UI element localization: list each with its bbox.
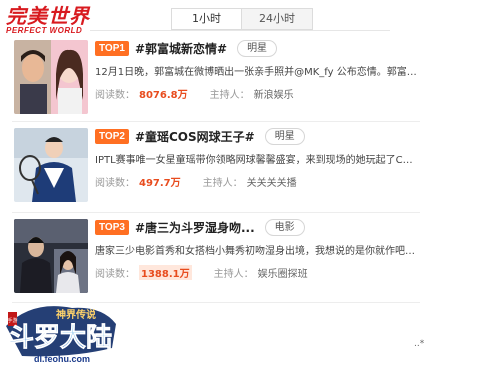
rank-badge: TOP3 <box>95 219 129 235</box>
game-logo: 手游 神界传说 斗罗大陆 dl.feohu.com <box>2 296 120 374</box>
host-label: 主持人： <box>213 269 254 280</box>
topic-thumbnail[interactable] <box>14 128 88 202</box>
category-tag[interactable]: 明星 <box>237 39 278 57</box>
topic-title[interactable]: #童瑶COS网球王子# <box>135 128 255 145</box>
host-name[interactable]: 关关关关播 <box>247 174 297 189</box>
topic-description: 12月1日晚，郭富城在微博晒出一张亲手照并@MK_fy 公布恋情。郭富城今... <box>95 67 417 78</box>
reads-label: 阅读数： <box>95 178 135 189</box>
host-name[interactable]: 娱乐圈探班 <box>258 265 308 280</box>
host-name[interactable]: 新浪娱乐 <box>254 86 294 101</box>
reads-label: 阅读数： <box>95 90 135 101</box>
topic-item[interactable]: TOP2 #童瑶COS网球王子# 明星 IPTL赛事唯一女星童瑶带你领略网球馨馨… <box>12 126 420 210</box>
topic-info: TOP1 #郭富城新恋情# 明星 12月1日晚，郭富城在微博晒出一张亲手照并@M… <box>95 38 420 122</box>
category-tag[interactable]: 电影 <box>264 218 305 236</box>
reads-count: 8076.8万 <box>139 90 188 101</box>
brand-logo-en: PERFECT WORLD <box>6 26 83 35</box>
rank-badge: TOP2 <box>95 128 129 144</box>
reads-label: 阅读数： <box>95 269 135 280</box>
tab-1-hour[interactable]: 1小时 <box>172 9 242 29</box>
topic-title[interactable]: #郭富城新恋情# <box>135 40 227 57</box>
sparkle-icon: ..* <box>414 339 425 349</box>
item-divider <box>12 212 420 213</box>
category-tag[interactable]: 明星 <box>264 127 305 145</box>
topic-item[interactable]: TOP3 #唐三为斗罗湿身吻... 电影 唐家三少电影首秀和女搭档小舞秀初吻湿身… <box>12 217 420 301</box>
reads-count: 497.7万 <box>139 178 181 189</box>
topic-info: TOP3 #唐三为斗罗湿身吻... 电影 唐家三少电影首秀和女搭档小舞秀初吻湿身… <box>95 217 420 301</box>
topic-info: TOP2 #童瑶COS网球王子# 明星 IPTL赛事唯一女星童瑶带你领略网球馨馨… <box>95 126 420 210</box>
topic-thumbnail[interactable] <box>14 219 88 293</box>
topic-meta: 阅读数： 8076.8万 主持人： 新浪娱乐 <box>95 86 294 101</box>
topic-description: 唐家三少电影首秀和女搭档小舞秀初吻湿身出境，我想说的是你就作吧，... <box>95 246 417 257</box>
brand-logo-cn: 完美世界 <box>6 4 90 28</box>
item-divider <box>12 121 420 122</box>
topic-thumbnail[interactable] <box>14 40 88 114</box>
rank-badge: TOP1 <box>95 40 129 56</box>
host-label: 主持人： <box>202 178 243 189</box>
tabs-divider <box>90 30 390 31</box>
time-tabs: 1小时 24小时 <box>171 8 313 30</box>
topic-title[interactable]: #唐三为斗罗湿身吻... <box>135 219 255 236</box>
host-label: 主持人： <box>209 90 250 101</box>
tab-24-hours[interactable]: 24小时 <box>242 9 312 29</box>
brand-logo: 完美世界 PERFECT WORLD <box>6 6 110 38</box>
topic-description: IPTL赛事唯一女星童瑶带你领略网球馨馨盛宴，来到现场的她玩起了COSPL... <box>95 155 417 166</box>
game-logo-site: dl.feohu.com <box>34 354 90 364</box>
topic-item[interactable]: TOP1 #郭富城新恋情# 明星 12月1日晚，郭富城在微博晒出一张亲手照并@M… <box>12 38 420 122</box>
topic-meta: 阅读数： 497.7万 主持人： 关关关关播 <box>95 174 297 189</box>
game-logo-title: 斗罗大陆 <box>8 322 112 353</box>
topic-meta: 阅读数： 1388.1万 主持人： 娱乐圈探班 <box>95 265 308 280</box>
game-logo-subtitle: 神界传说 <box>56 308 96 321</box>
reads-count: 1388.1万 <box>139 265 192 280</box>
